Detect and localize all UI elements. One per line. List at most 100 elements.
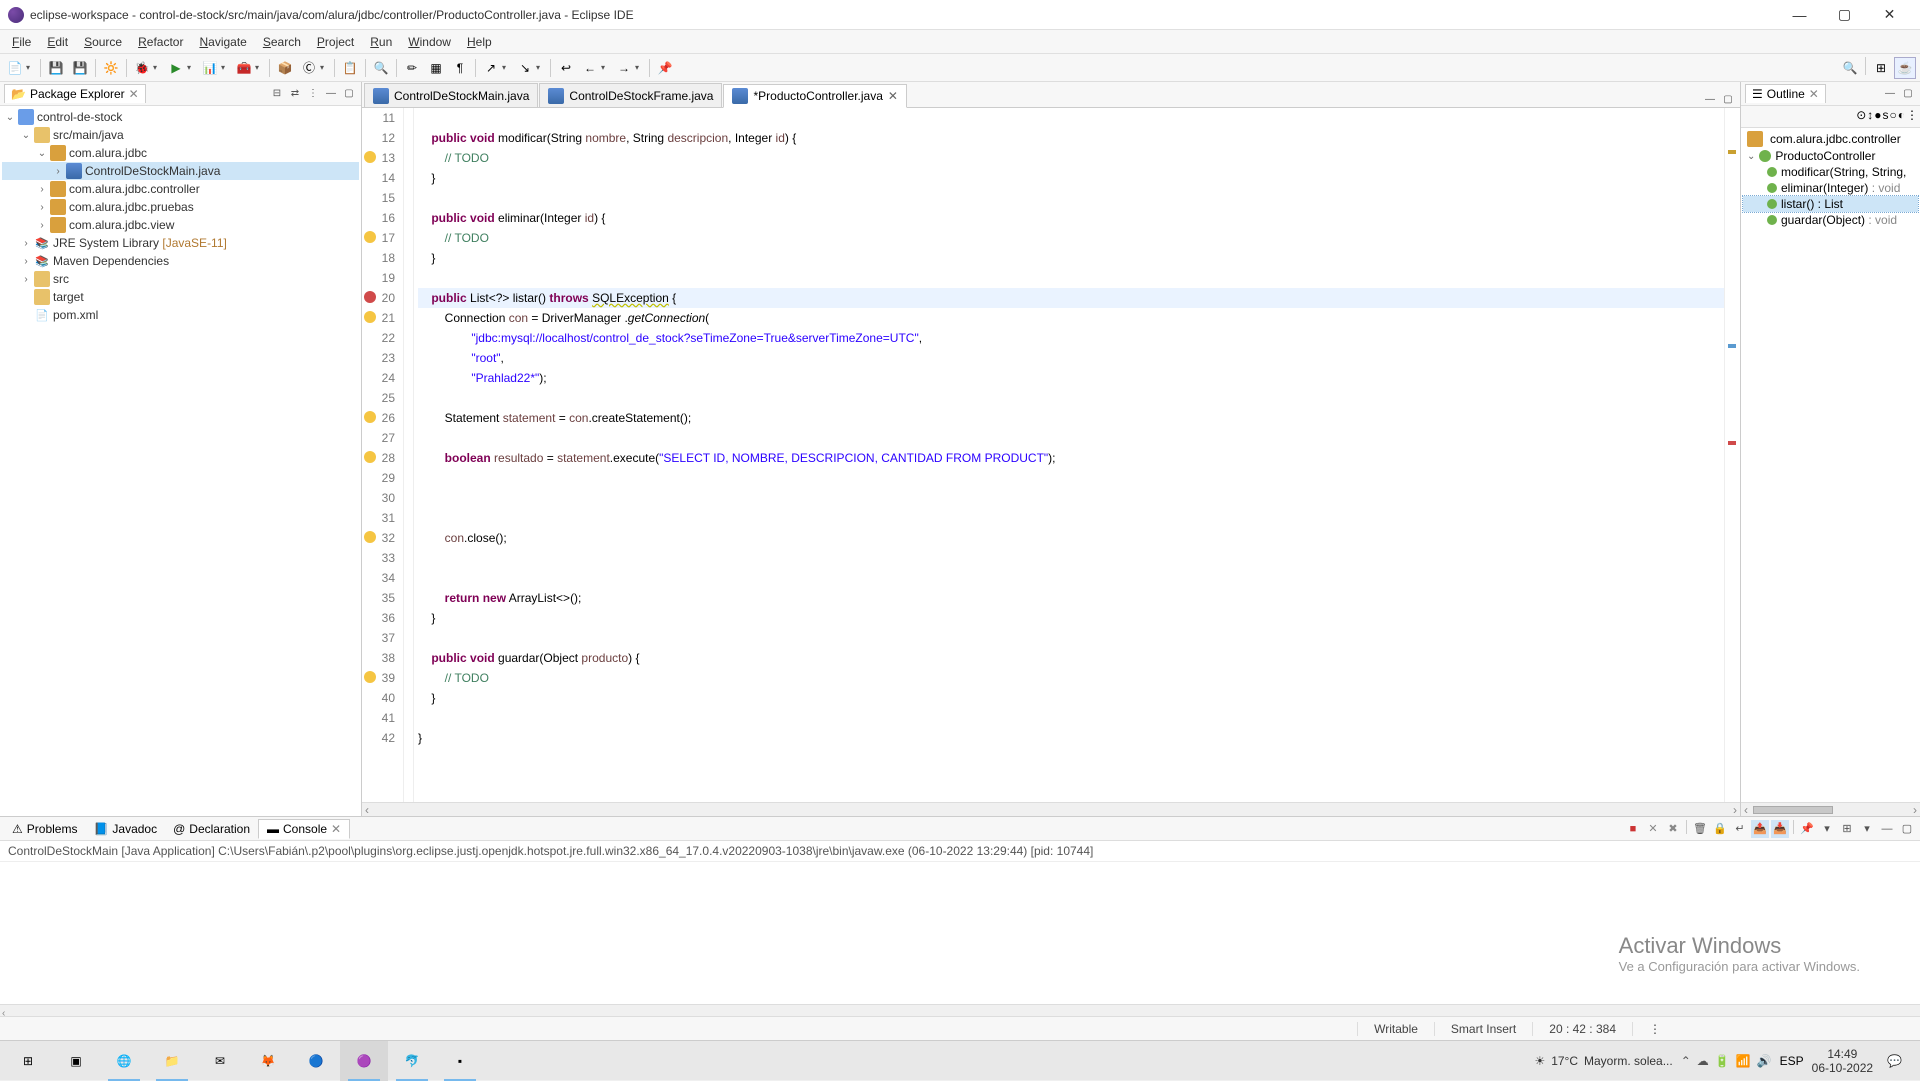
editor-tab[interactable]: *ProductoController.java✕ xyxy=(723,84,906,108)
save-all-button[interactable]: 💾 xyxy=(69,57,91,79)
clear-console-button[interactable]: 🗑 xyxy=(1691,820,1709,838)
weather-widget[interactable]: ☀ 17°C Mayorm. solea... xyxy=(1534,1054,1672,1068)
code-editor[interactable]: public void modificar(String nombre, Str… xyxy=(414,108,1724,802)
outline-method[interactable]: guardar(Object) : void xyxy=(1743,212,1918,228)
console-tab-declaration[interactable]: @Declaration xyxy=(165,820,258,838)
display-console-button[interactable]: ▾ xyxy=(1818,820,1836,838)
focus-button[interactable]: ⊙ xyxy=(1856,108,1866,125)
jre-library-node[interactable]: ›📚JRE System Library [JavaSE-11] xyxy=(2,234,359,252)
minimize-button[interactable]: — xyxy=(1777,0,1822,30)
view-menu-button[interactable]: ⋮ xyxy=(305,86,321,102)
outline-package[interactable]: com.alura.jdbc.controller xyxy=(1743,130,1918,148)
notifications-button[interactable]: 💬 xyxy=(1881,1054,1908,1068)
close-tab-button[interactable]: ✕ xyxy=(888,89,898,103)
workbench-app[interactable]: 🐬 xyxy=(388,1041,436,1081)
save-button[interactable]: 💾 xyxy=(45,57,67,79)
battery-icon[interactable]: 🔋 xyxy=(1715,1054,1730,1068)
class-dropdown[interactable]: ▾ xyxy=(320,63,330,72)
menu-search[interactable]: Search xyxy=(255,33,309,51)
external-tools-button[interactable]: 🧰 xyxy=(233,57,255,79)
run-dropdown[interactable]: ▾ xyxy=(187,63,197,72)
minimize-view-button[interactable]: — xyxy=(1882,86,1898,102)
fold-column[interactable] xyxy=(404,108,414,802)
firefox-app[interactable]: 🦊 xyxy=(244,1041,292,1081)
package-node[interactable]: ›com.alura.jdbc.pruebas xyxy=(2,198,359,216)
show-whitespace-button[interactable]: ¶ xyxy=(449,57,471,79)
open-task-button[interactable]: 📋 xyxy=(339,57,361,79)
menu-help[interactable]: Help xyxy=(459,33,500,51)
menu-navigate[interactable]: Navigate xyxy=(191,33,254,51)
pom-node[interactable]: 📄pom.xml xyxy=(2,306,359,324)
next-ann-dropdown[interactable]: ▾ xyxy=(502,63,512,72)
explorer-app[interactable]: 📁 xyxy=(148,1041,196,1081)
hide-local-button[interactable]: ◐ xyxy=(1898,108,1905,125)
menu-file[interactable]: File xyxy=(4,33,39,51)
console-scrollbar[interactable]: ‹ xyxy=(0,1004,1920,1016)
forward-dropdown[interactable]: ▾ xyxy=(635,63,645,72)
clock[interactable]: 14:49 06-10-2022 xyxy=(1812,1047,1873,1075)
task-view-button[interactable]: ▣ xyxy=(52,1041,100,1081)
terminal-app[interactable]: ▪ xyxy=(436,1041,484,1081)
new-java-package-button[interactable]: 📦 xyxy=(274,57,296,79)
open-perspective-button[interactable]: ⊞ xyxy=(1870,57,1892,79)
target-node[interactable]: target xyxy=(2,288,359,306)
close-icon[interactable]: ✕ xyxy=(331,822,341,836)
editor-minimize-button[interactable]: — xyxy=(1702,91,1718,107)
outline-class[interactable]: ⌄ProductoController xyxy=(1743,148,1918,164)
project-node[interactable]: ⌄control-de-stock xyxy=(2,108,359,126)
close-icon[interactable]: ✕ xyxy=(1809,87,1819,101)
wifi-icon[interactable]: 📶 xyxy=(1736,1054,1751,1068)
pin-console-button[interactable]: 📌 xyxy=(1798,820,1816,838)
menu-refactor[interactable]: Refactor xyxy=(130,33,191,51)
new-java-class-button[interactable]: Ⓒ xyxy=(298,57,320,79)
new-console-dropdown[interactable]: ▾ xyxy=(1858,820,1876,838)
package-node[interactable]: ⌄com.alura.jdbc xyxy=(2,144,359,162)
console-tab-javadoc[interactable]: 📘Javadoc xyxy=(85,820,165,838)
new-dropdown[interactable]: ▾ xyxy=(26,63,36,72)
link-editor-button[interactable]: ⇄ xyxy=(287,86,303,102)
pin-editor-button[interactable]: 📌 xyxy=(654,57,676,79)
show-on-err-button[interactable]: 📥 xyxy=(1771,820,1789,838)
editor-tab[interactable]: ControlDeStockFrame.java xyxy=(539,83,722,107)
editor-tab[interactable]: ControlDeStockMain.java xyxy=(364,83,538,107)
quick-access-button[interactable]: 🔍 xyxy=(1839,57,1861,79)
outline-menu-button[interactable]: ⋮ xyxy=(1906,108,1918,125)
coverage-button[interactable]: 📊 xyxy=(199,57,221,79)
mail-app[interactable]: ✉ xyxy=(196,1041,244,1081)
debug-button[interactable]: 🐞 xyxy=(131,57,153,79)
system-tray[interactable]: ⌃ ☁ 🔋 📶 🔊 xyxy=(1681,1054,1772,1068)
close-button[interactable]: ✕ xyxy=(1867,0,1912,30)
new-button[interactable]: 📄 xyxy=(4,57,26,79)
edge-app[interactable]: 🌐 xyxy=(100,1041,148,1081)
line-number-gutter[interactable]: 1112131415161718192021222324252627282930… xyxy=(362,108,404,802)
last-edit-button[interactable]: ↩ xyxy=(555,57,577,79)
minimize-console-button[interactable]: — xyxy=(1878,820,1896,838)
word-wrap-button[interactable]: ↵ xyxy=(1731,820,1749,838)
maximize-view-button[interactable]: ▢ xyxy=(341,86,357,102)
hide-fields-button[interactable]: ● xyxy=(1874,108,1881,125)
chrome-app[interactable]: 🔵 xyxy=(292,1041,340,1081)
maximize-button[interactable]: ▢ xyxy=(1822,0,1867,30)
remove-all-button[interactable]: ✖ xyxy=(1664,820,1682,838)
open-type-button[interactable]: 🔆 xyxy=(100,57,122,79)
back-dropdown[interactable]: ▾ xyxy=(601,63,611,72)
debug-dropdown[interactable]: ▾ xyxy=(153,63,163,72)
start-button[interactable]: ⊞ xyxy=(4,1041,52,1081)
outline-method[interactable]: modificar(String, String, xyxy=(1743,164,1918,180)
src-folder-node[interactable]: ⌄src/main/java xyxy=(2,126,359,144)
maven-deps-node[interactable]: ›📚Maven Dependencies xyxy=(2,252,359,270)
package-node[interactable]: ›com.alura.jdbc.view xyxy=(2,216,359,234)
show-on-out-button[interactable]: 📤 xyxy=(1751,820,1769,838)
menu-run[interactable]: Run xyxy=(362,33,400,51)
close-icon[interactable]: ✕ xyxy=(129,87,139,101)
maximize-console-button[interactable]: ▢ xyxy=(1898,820,1916,838)
minimize-view-button[interactable]: — xyxy=(323,86,339,102)
open-console-button[interactable]: ⊞ xyxy=(1838,820,1856,838)
external-dropdown[interactable]: ▾ xyxy=(255,63,265,72)
console-output[interactable]: Activar Windows Ve a Configuración para … xyxy=(0,862,1920,1004)
package-tree[interactable]: ⌄control-de-stock ⌄src/main/java ⌄com.al… xyxy=(0,106,361,816)
outline-method[interactable]: listar() : List xyxy=(1743,196,1918,212)
outline-tree[interactable]: com.alura.jdbc.controller ⌄ProductoContr… xyxy=(1741,128,1920,802)
sort-button[interactable]: ↕ xyxy=(1867,108,1873,125)
console-tab-console[interactable]: ▬Console ✕ xyxy=(258,819,350,839)
